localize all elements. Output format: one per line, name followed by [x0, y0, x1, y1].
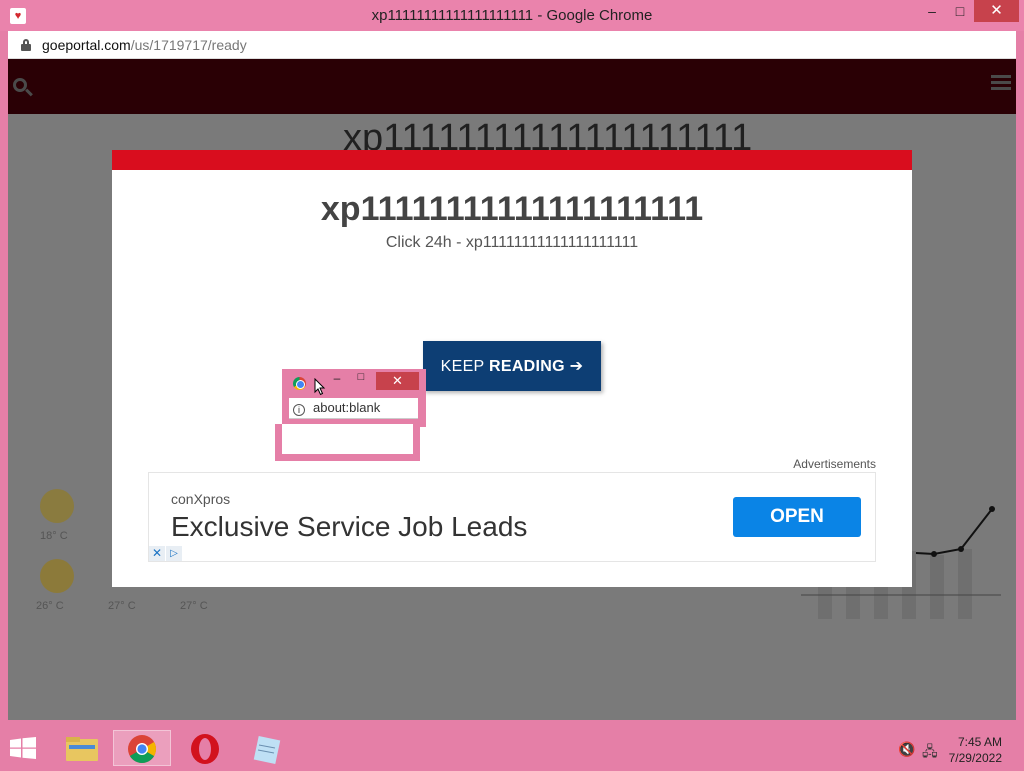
ad-banner[interactable]: conXpros Exclusive Service Job Leads OPE…: [148, 472, 876, 562]
ad-brand[interactable]: conXpros: [171, 491, 230, 507]
popup-window[interactable]: – □ ✕ i about:blank: [275, 369, 426, 461]
weather-temp-unit: C: [55, 600, 64, 612]
taskbar-notepad[interactable]: [238, 730, 296, 766]
weather-temp-unit: C: [127, 600, 136, 612]
mouse-cursor-icon: [314, 378, 326, 396]
url-text[interactable]: goeportal.com/us/1719717/ready: [42, 37, 247, 53]
taskbar-opera[interactable]: [176, 730, 234, 766]
weather-temp: 18° C: [40, 530, 68, 542]
opera-icon: [191, 734, 219, 764]
info-icon[interactable]: i: [293, 404, 305, 416]
weather-temp: 27° C: [108, 600, 136, 612]
weather-sun-icon: [40, 559, 74, 593]
chrome-icon: [293, 377, 306, 390]
weather-temp-unit: C: [59, 530, 68, 542]
ad-headline[interactable]: Exclusive Service Job Leads: [171, 511, 527, 543]
taskbar-google-chrome[interactable]: [113, 730, 171, 766]
url-host: goeportal.com: [42, 37, 131, 53]
keep-reading-label: KEEP: [440, 358, 485, 375]
tray-clock[interactable]: 7:45 AM 7/29/2022: [949, 734, 1002, 766]
tray-date: 7/29/2022: [948, 751, 1002, 765]
address-bar[interactable]: goeportal.com/us/1719717/ready: [8, 31, 1016, 59]
network-icon[interactable]: 🖧: [922, 741, 938, 765]
lock-icon[interactable]: [21, 39, 31, 51]
folder-icon: [66, 737, 98, 761]
site-header: [8, 59, 1016, 114]
ads-label: Advertisements: [793, 457, 876, 471]
chart-bar: [958, 549, 972, 619]
popup-maximize-button[interactable]: □: [353, 371, 369, 385]
modal-accent-bar: [112, 150, 912, 170]
windows-start-icon[interactable]: [10, 737, 36, 759]
ad-choices-icon[interactable]: ▷: [166, 546, 182, 561]
weather-sun-icon: [40, 489, 74, 523]
chart-point: [958, 546, 964, 552]
weather-temp: 27° C: [180, 600, 208, 612]
weather-temp: 26° C: [36, 600, 64, 612]
hamburger-menu-icon[interactable]: [991, 75, 1011, 91]
popup-address-bar[interactable]: i about:blank: [289, 398, 418, 419]
minimize-button[interactable]: –: [918, 0, 946, 22]
modal-title: xp11111111111111111111: [320, 190, 704, 228]
chart-point: [989, 506, 995, 512]
ad-close-icon[interactable]: ✕: [149, 546, 165, 561]
popup-minimize-button[interactable]: –: [329, 371, 345, 385]
modal-subtitle: Click 24h - xp11111111111111111111: [385, 234, 639, 251]
speaker-muted-icon[interactable]: 🔇: [898, 741, 915, 758]
interstitial-modal: xp11111111111111111111 Click 24h - xp111…: [112, 150, 912, 587]
window-titlebar: ♥ xp11111111111111111111 - Google Chrome…: [0, 0, 1024, 31]
popup-url: about:blank: [313, 400, 381, 415]
close-button[interactable]: ✕: [974, 0, 1019, 22]
weather-temp-unit: C: [199, 600, 208, 612]
taskbar-file-explorer[interactable]: [53, 730, 111, 766]
search-icon[interactable]: [13, 78, 33, 98]
keep-reading-bold: READING: [489, 358, 565, 375]
popup-close-button[interactable]: ✕: [376, 372, 419, 390]
window-title: xp11111111111111111111 - Google Chrome: [371, 7, 653, 24]
chart-point: [931, 551, 937, 557]
notepad-icon: [253, 735, 281, 765]
chart-bar: [930, 555, 944, 619]
chrome-icon: [128, 735, 156, 763]
popup-body: [282, 424, 413, 454]
maximize-button[interactable]: □: [946, 0, 974, 22]
url-path: /us/1719717/ready: [130, 37, 247, 53]
tray-time: 7:45 AM: [957, 735, 1002, 749]
weather-temp-value: 26°: [36, 600, 53, 612]
arrow-right-icon: ➔: [569, 358, 584, 375]
chart-line: [915, 508, 993, 556]
keep-reading-button[interactable]: KEEP READING ➔: [423, 341, 601, 391]
taskbar: 🔇 🖧 7:45 AM 7/29/2022: [0, 728, 1024, 768]
ad-open-button[interactable]: OPEN: [733, 497, 861, 537]
weather-temp-value: 27°: [180, 600, 197, 612]
weather-temp-value: 27°: [108, 600, 125, 612]
weather-temp-value: 18°: [40, 530, 57, 542]
